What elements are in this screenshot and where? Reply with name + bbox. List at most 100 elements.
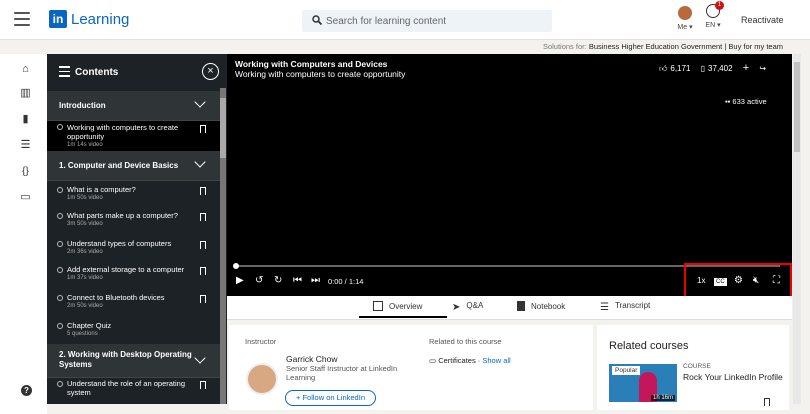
- item-meta: 3m 50s video: [67, 221, 103, 227]
- bookmark-icon[interactable]: [200, 267, 206, 275]
- list-item[interactable]: Understand types of computers 2m 36s vid…: [47, 239, 221, 262]
- forward-icon[interactable]: ↻: [274, 275, 282, 287]
- show-all-link[interactable]: Show all: [482, 356, 510, 365]
- instructor-heading: Instructor: [245, 337, 277, 346]
- course-duration: 1h 16m: [650, 395, 675, 401]
- scrollbar-thumb[interactable]: [220, 98, 226, 158]
- item-title: What is a computer?: [67, 185, 136, 194]
- add-icon[interactable]: +: [743, 62, 749, 74]
- list-item[interactable]: Understand the role of an operating syst…: [47, 379, 221, 402]
- transcript-icon: ☰: [600, 302, 609, 313]
- save-icon[interactable]: ▯: [701, 64, 705, 73]
- tab-label: Transcript: [614, 301, 651, 310]
- close-icon[interactable]: ×: [202, 63, 219, 80]
- item-meta: 1m 50s video: [67, 195, 103, 201]
- code-icon[interactable]: {}: [20, 166, 31, 177]
- status-circle-icon: [57, 323, 63, 329]
- follow-button[interactable]: + Follow on LinkedIn: [285, 390, 376, 406]
- search-input[interactable]: [326, 10, 546, 32]
- bookmark-icon[interactable]: [200, 213, 206, 221]
- list-item[interactable]: Working with computers to create opportu…: [47, 121, 221, 151]
- status-circle-icon: [57, 295, 63, 301]
- solutions-link-government[interactable]: Government: [681, 42, 722, 51]
- globe-icon: 1: [706, 1, 724, 18]
- video-player[interactable]: Working with Computers and Devices Worki…: [227, 54, 792, 296]
- course-thumbnail[interactable]: Popular 1h 16m: [609, 364, 677, 402]
- item-title: Working with computers to create opportu…: [67, 123, 179, 141]
- bookmark-icon[interactable]: [200, 125, 206, 133]
- progress-handle[interactable]: [233, 263, 239, 269]
- status-circle-icon: [57, 187, 63, 193]
- certificate-icon[interactable]: ▭: [20, 192, 31, 203]
- content-tabs: Overview ➤ Q&A Notebook ☰ Transcript: [227, 296, 792, 320]
- section-computer-basics[interactable]: 1. Computer and Device Basics: [47, 151, 221, 181]
- overview-content: Instructor Garrick Chow Senior Staff Ins…: [227, 320, 792, 414]
- list-item[interactable]: Chapter Quiz 5 questions: [47, 321, 221, 344]
- tab-qa[interactable]: ➤ Q&A: [452, 301, 484, 313]
- chevron-down-icon: [194, 96, 206, 108]
- contents-title: Contents: [75, 67, 119, 78]
- previous-icon[interactable]: ⏮: [293, 275, 302, 287]
- people-icon: ▪▪: [725, 97, 731, 106]
- language-menu[interactable]: 1 EN ▾: [700, 1, 726, 29]
- section-introduction[interactable]: Introduction: [47, 91, 221, 121]
- collection-icon[interactable]: ▥: [20, 88, 31, 99]
- linkedin-logo-icon[interactable]: in: [49, 10, 67, 28]
- tab-transcript[interactable]: ☰ Transcript: [600, 301, 651, 313]
- item-meta: 1m 14s video: [67, 142, 103, 148]
- bookmark-icon[interactable]: [200, 187, 206, 195]
- instructor-avatar[interactable]: [246, 363, 278, 395]
- solutions-link-buy[interactable]: Buy for my team: [728, 42, 783, 51]
- next-icon[interactable]: ⏭: [311, 275, 320, 287]
- bookmark-icon[interactable]: [200, 295, 206, 303]
- save-count: 37,402: [708, 64, 733, 73]
- list-item[interactable]: Connect to Bluetooth devices 2m 50s vide…: [47, 293, 221, 316]
- status-circle-icon: [57, 124, 63, 130]
- section-desktop-os[interactable]: 2. Working with Desktop Operating System…: [47, 344, 221, 378]
- me-menu[interactable]: Me ▾: [673, 6, 697, 31]
- instructor-name[interactable]: Garrick Chow: [286, 354, 337, 364]
- tab-notebook[interactable]: Notebook: [517, 301, 565, 311]
- help-icon[interactable]: ?: [21, 385, 32, 396]
- play-icon[interactable]: ▶: [236, 275, 244, 287]
- chevron-down-icon: [194, 352, 206, 364]
- bookmark-icon[interactable]: ▮: [20, 114, 31, 125]
- course-name[interactable]: Rock Your LinkedIn Profile: [683, 372, 783, 383]
- course-kind: COURSE: [683, 363, 711, 370]
- item-meta: 5 questions: [67, 331, 98, 337]
- scrollbar-thumb[interactable]: [794, 62, 800, 152]
- learning-logo-text[interactable]: Learning: [71, 11, 129, 28]
- item-title: Understand the role of an operating syst…: [67, 379, 185, 397]
- menu-icon[interactable]: [14, 12, 30, 26]
- like-icon[interactable]: 👍︎: [659, 64, 667, 73]
- like-count: 6,171: [670, 64, 691, 73]
- bookmark-icon[interactable]: [200, 381, 206, 389]
- instructor-role: Senior Staff Instructor at LinkedIn Lear…: [286, 364, 398, 382]
- reactivate-link[interactable]: Reactivate: [741, 15, 784, 25]
- tab-overview[interactable]: Overview: [358, 301, 448, 318]
- section-label: Introduction: [59, 101, 106, 110]
- bookmark-icon[interactable]: [200, 241, 206, 249]
- avatar: [678, 6, 692, 20]
- section-label: 2. Working with Desktop Operating System…: [59, 350, 192, 369]
- certificates-label: Certificates: [438, 356, 476, 365]
- contents-scrollbar[interactable]: [220, 88, 226, 404]
- solutions-link-higher-education[interactable]: Higher Education: [621, 42, 679, 51]
- tab-label: Q&A: [466, 301, 484, 310]
- list-item[interactable]: What parts make up a computer? 3m 50s vi…: [47, 211, 221, 234]
- solutions-bar: Solutions for: Business Higher Education…: [0, 40, 810, 54]
- page-scrollbar[interactable]: [793, 54, 801, 404]
- list-item[interactable]: What is a computer? 1m 50s video: [47, 185, 221, 208]
- section-label: 1. Computer and Device Basics: [59, 161, 179, 170]
- solutions-link-business[interactable]: Business: [589, 42, 619, 51]
- list-icon[interactable]: ☰: [20, 140, 31, 151]
- share-icon[interactable]: ↪: [759, 64, 766, 73]
- list-item[interactable]: Add external storage to a computer 1m 37…: [47, 265, 221, 288]
- related-courses-card: Related courses Popular 1h 16m COURSE Ro…: [597, 325, 789, 410]
- item-title: Add external storage to a computer: [67, 265, 185, 274]
- search-box[interactable]: [302, 10, 552, 32]
- contents-panel: Contents × Introduction Working with com…: [47, 54, 227, 404]
- home-icon[interactable]: ⌂: [20, 64, 31, 75]
- bookmark-icon[interactable]: [764, 398, 770, 406]
- rewind-icon[interactable]: ↺: [255, 275, 263, 287]
